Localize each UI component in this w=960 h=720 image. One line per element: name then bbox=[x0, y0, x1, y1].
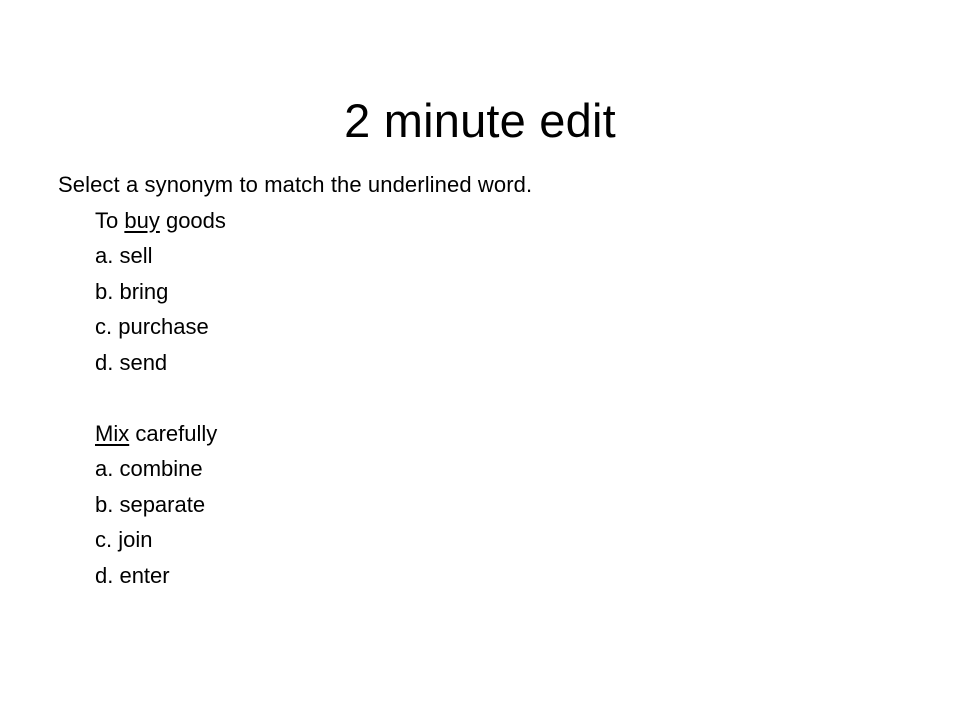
slide-title: 2 minute edit bbox=[344, 94, 616, 148]
prompt-before: To bbox=[95, 207, 125, 233]
answer-option-c: c. purchase bbox=[95, 314, 209, 339]
answer-option-a: a. combine bbox=[95, 456, 203, 481]
instruction-text: Select a synonym to match the underlined… bbox=[58, 172, 533, 197]
answer-option-b: b. separate bbox=[95, 491, 206, 517]
underlined-word: buy bbox=[124, 207, 160, 233]
prompt-after: carefully bbox=[129, 420, 218, 446]
answer-option-c: c. join bbox=[95, 527, 153, 552]
answer-option-d: d. send bbox=[95, 349, 168, 375]
answer-option-d: d. enter bbox=[95, 562, 170, 588]
answer-option-a: a. sell bbox=[95, 243, 153, 268]
slide-content: Select a synonym to match the underlined… bbox=[58, 167, 532, 593]
prompt-after: goods bbox=[159, 207, 226, 233]
answer-option-b: b. bring bbox=[95, 278, 169, 304]
question-1: To buy goods a. sell b. bring c. purchas… bbox=[58, 203, 532, 381]
question-2: Mix carefully a. combine b. separate c. … bbox=[58, 416, 532, 594]
question-prompt: To buy goods bbox=[95, 203, 532, 239]
underlined-word: Mix bbox=[95, 420, 130, 446]
question-prompt: Mix carefully bbox=[95, 416, 532, 452]
